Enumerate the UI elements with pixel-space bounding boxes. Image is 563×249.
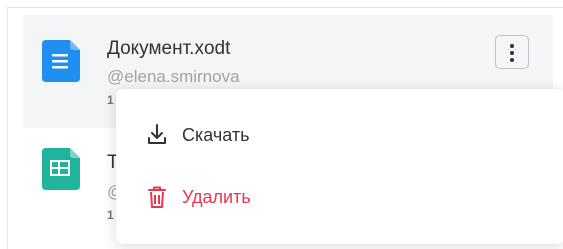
delete-label: Удалить <box>182 187 251 207</box>
file-meta: 1 <box>107 93 114 107</box>
delete-menu-item[interactable]: Удалить <box>116 171 563 227</box>
download-icon <box>146 123 168 147</box>
more-options-button[interactable] <box>495 35 529 69</box>
context-menu: Скачать Удалить <box>116 89 563 244</box>
table-document-icon <box>40 146 82 192</box>
download-label: Скачать <box>182 125 250 145</box>
file-title[interactable]: Документ.xodt <box>107 38 230 60</box>
trash-icon <box>146 185 168 209</box>
text-document-icon <box>40 38 82 84</box>
download-menu-item[interactable]: Скачать <box>116 109 563 165</box>
file-owner: @elena.smirnova <box>107 67 240 86</box>
file-meta: 1 <box>107 208 114 222</box>
